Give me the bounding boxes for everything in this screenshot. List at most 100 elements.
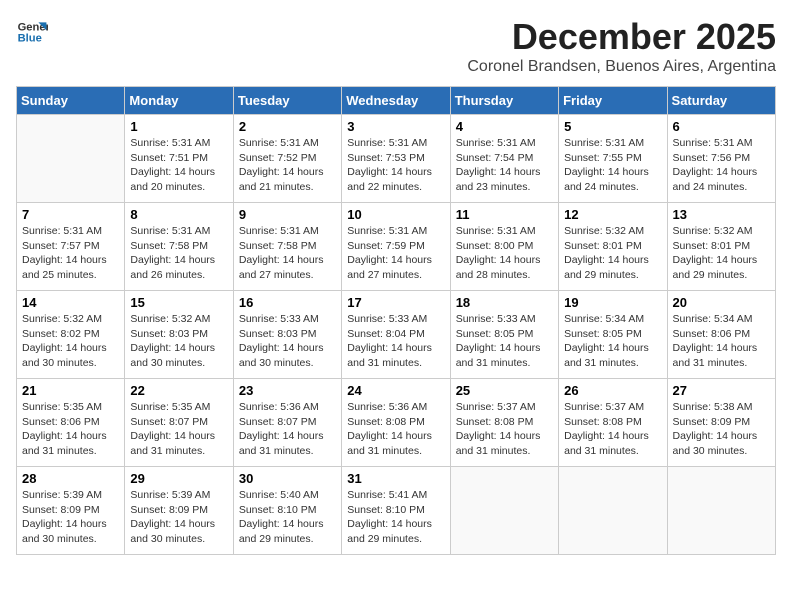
day-info: Sunrise: 5:31 AMSunset: 7:57 PMDaylight:… [22, 224, 119, 283]
calendar-cell: 20 Sunrise: 5:34 AMSunset: 8:06 PMDayligh… [667, 291, 775, 379]
day-info: Sunrise: 5:31 AMSunset: 7:53 PMDaylight:… [347, 136, 444, 195]
day-info: Sunrise: 5:38 AMSunset: 8:09 PMDaylight:… [673, 400, 770, 459]
day-info: Sunrise: 5:31 AMSunset: 7:51 PMDaylight:… [130, 136, 227, 195]
calendar-cell: 15 Sunrise: 5:32 AMSunset: 8:03 PMDayligh… [125, 291, 233, 379]
day-number: 31 [347, 471, 444, 486]
calendar-cell: 13 Sunrise: 5:32 AMSunset: 8:01 PMDayligh… [667, 203, 775, 291]
calendar-cell: 19Sunrise: 5:34 AMSunset: 8:05 PMDayligh… [559, 291, 667, 379]
day-info: Sunrise: 5:34 AMSunset: 8:05 PMDaylight:… [564, 312, 661, 371]
day-number: 2 [239, 119, 336, 134]
header-friday: Friday [559, 87, 667, 115]
day-info: Sunrise: 5:33 AMSunset: 8:04 PMDaylight:… [347, 312, 444, 371]
day-info: Sunrise: 5:35 AMSunset: 8:07 PMDaylight:… [130, 400, 227, 459]
calendar-cell: 21Sunrise: 5:35 AMSunset: 8:06 PMDayligh… [17, 379, 125, 467]
day-number: 25 [456, 383, 553, 398]
header-monday: Monday [125, 87, 233, 115]
calendar-cell: 29 Sunrise: 5:39 AMSunset: 8:09 PMDayligh… [125, 467, 233, 555]
day-number: 23 [239, 383, 336, 398]
day-info: Sunrise: 5:31 AMSunset: 7:54 PMDaylight:… [456, 136, 553, 195]
day-info: Sunrise: 5:31 AMSunset: 7:55 PMDaylight:… [564, 136, 661, 195]
page-header: General Blue December 2025 Coronel Brand… [16, 16, 776, 76]
main-title: December 2025 [467, 16, 776, 58]
day-number: 24 [347, 383, 444, 398]
day-info: Sunrise: 5:37 AMSunset: 8:08 PMDaylight:… [456, 400, 553, 459]
calendar-cell: 9 Sunrise: 5:31 AMSunset: 7:58 PMDaylight… [233, 203, 341, 291]
day-number: 3 [347, 119, 444, 134]
calendar-cell [17, 115, 125, 203]
day-number: 8 [130, 207, 227, 222]
day-number: 1 [130, 119, 227, 134]
day-number: 9 [239, 207, 336, 222]
day-number: 15 [130, 295, 227, 310]
day-info: Sunrise: 5:31 AMSunset: 7:52 PMDaylight:… [239, 136, 336, 195]
logo-icon: General Blue [16, 16, 48, 48]
calendar-cell: 31 Sunrise: 5:41 AMSunset: 8:10 PMDayligh… [342, 467, 450, 555]
day-number: 14 [22, 295, 119, 310]
calendar-cell: 2 Sunrise: 5:31 AMSunset: 7:52 PMDaylight… [233, 115, 341, 203]
logo: General Blue [16, 16, 52, 48]
day-number: 27 [673, 383, 770, 398]
day-info: Sunrise: 5:31 AMSunset: 7:58 PMDaylight:… [130, 224, 227, 283]
day-info: Sunrise: 5:39 AMSunset: 8:09 PMDaylight:… [130, 488, 227, 547]
calendar-cell: 11 Sunrise: 5:31 AMSunset: 8:00 PMDayligh… [450, 203, 558, 291]
week-row-3: 14 Sunrise: 5:32 AMSunset: 8:02 PMDayligh… [17, 291, 776, 379]
day-number: 5 [564, 119, 661, 134]
title-area: December 2025 Coronel Brandsen, Buenos A… [467, 16, 776, 76]
day-info: Sunrise: 5:32 AMSunset: 8:01 PMDaylight:… [673, 224, 770, 283]
day-number: 30 [239, 471, 336, 486]
calendar-cell [559, 467, 667, 555]
day-info: Sunrise: 5:32 AMSunset: 8:01 PMDaylight:… [564, 224, 661, 283]
week-row-4: 21Sunrise: 5:35 AMSunset: 8:06 PMDayligh… [17, 379, 776, 467]
header-thursday: Thursday [450, 87, 558, 115]
day-number: 18 [456, 295, 553, 310]
day-number: 20 [673, 295, 770, 310]
week-row-1: 1 Sunrise: 5:31 AMSunset: 7:51 PMDaylight… [17, 115, 776, 203]
day-number: 4 [456, 119, 553, 134]
day-info: Sunrise: 5:32 AMSunset: 8:02 PMDaylight:… [22, 312, 119, 371]
day-info: Sunrise: 5:32 AMSunset: 8:03 PMDaylight:… [130, 312, 227, 371]
day-number: 11 [456, 207, 553, 222]
calendar-cell: 25 Sunrise: 5:37 AMSunset: 8:08 PMDayligh… [450, 379, 558, 467]
day-info: Sunrise: 5:31 AMSunset: 7:56 PMDaylight:… [673, 136, 770, 195]
day-info: Sunrise: 5:40 AMSunset: 8:10 PMDaylight:… [239, 488, 336, 547]
calendar-cell: 6 Sunrise: 5:31 AMSunset: 7:56 PMDaylight… [667, 115, 775, 203]
calendar-cell: 22 Sunrise: 5:35 AMSunset: 8:07 PMDayligh… [125, 379, 233, 467]
calendar-cell: 3 Sunrise: 5:31 AMSunset: 7:53 PMDaylight… [342, 115, 450, 203]
calendar-cell: 24 Sunrise: 5:36 AMSunset: 8:08 PMDayligh… [342, 379, 450, 467]
calendar-cell: 8 Sunrise: 5:31 AMSunset: 7:58 PMDaylight… [125, 203, 233, 291]
calendar-cell: 27 Sunrise: 5:38 AMSunset: 8:09 PMDayligh… [667, 379, 775, 467]
day-info: Sunrise: 5:31 AMSunset: 7:58 PMDaylight:… [239, 224, 336, 283]
calendar-cell: 4 Sunrise: 5:31 AMSunset: 7:54 PMDaylight… [450, 115, 558, 203]
calendar-table: SundayMondayTuesdayWednesdayThursdayFrid… [16, 86, 776, 555]
header-wednesday: Wednesday [342, 87, 450, 115]
day-number: 29 [130, 471, 227, 486]
calendar-cell: 16Sunrise: 5:33 AMSunset: 8:03 PMDayligh… [233, 291, 341, 379]
day-number: 22 [130, 383, 227, 398]
day-info: Sunrise: 5:34 AMSunset: 8:06 PMDaylight:… [673, 312, 770, 371]
day-info: Sunrise: 5:39 AMSunset: 8:09 PMDaylight:… [22, 488, 119, 547]
calendar-cell: 7 Sunrise: 5:31 AMSunset: 7:57 PMDaylight… [17, 203, 125, 291]
calendar-cell: 10Sunrise: 5:31 AMSunset: 7:59 PMDayligh… [342, 203, 450, 291]
day-info: Sunrise: 5:33 AMSunset: 8:05 PMDaylight:… [456, 312, 553, 371]
header-tuesday: Tuesday [233, 87, 341, 115]
day-info: Sunrise: 5:41 AMSunset: 8:10 PMDaylight:… [347, 488, 444, 547]
day-info: Sunrise: 5:31 AMSunset: 8:00 PMDaylight:… [456, 224, 553, 283]
day-info: Sunrise: 5:36 AMSunset: 8:08 PMDaylight:… [347, 400, 444, 459]
day-info: Sunrise: 5:36 AMSunset: 8:07 PMDaylight:… [239, 400, 336, 459]
day-number: 6 [673, 119, 770, 134]
calendar-cell: 28Sunrise: 5:39 AMSunset: 8:09 PMDayligh… [17, 467, 125, 555]
calendar-cell: 14 Sunrise: 5:32 AMSunset: 8:02 PMDayligh… [17, 291, 125, 379]
header-saturday: Saturday [667, 87, 775, 115]
calendar-cell: 26Sunrise: 5:37 AMSunset: 8:08 PMDayligh… [559, 379, 667, 467]
calendar-cell [450, 467, 558, 555]
day-info: Sunrise: 5:31 AMSunset: 7:59 PMDaylight:… [347, 224, 444, 283]
day-number: 17 [347, 295, 444, 310]
day-number: 12 [564, 207, 661, 222]
day-number: 13 [673, 207, 770, 222]
calendar-cell: 18 Sunrise: 5:33 AMSunset: 8:05 PMDayligh… [450, 291, 558, 379]
day-number: 7 [22, 207, 119, 222]
calendar-cell [667, 467, 775, 555]
header-sunday: Sunday [17, 87, 125, 115]
calendar-cell: 17 Sunrise: 5:33 AMSunset: 8:04 PMDayligh… [342, 291, 450, 379]
calendar-cell: 23 Sunrise: 5:36 AMSunset: 8:07 PMDayligh… [233, 379, 341, 467]
